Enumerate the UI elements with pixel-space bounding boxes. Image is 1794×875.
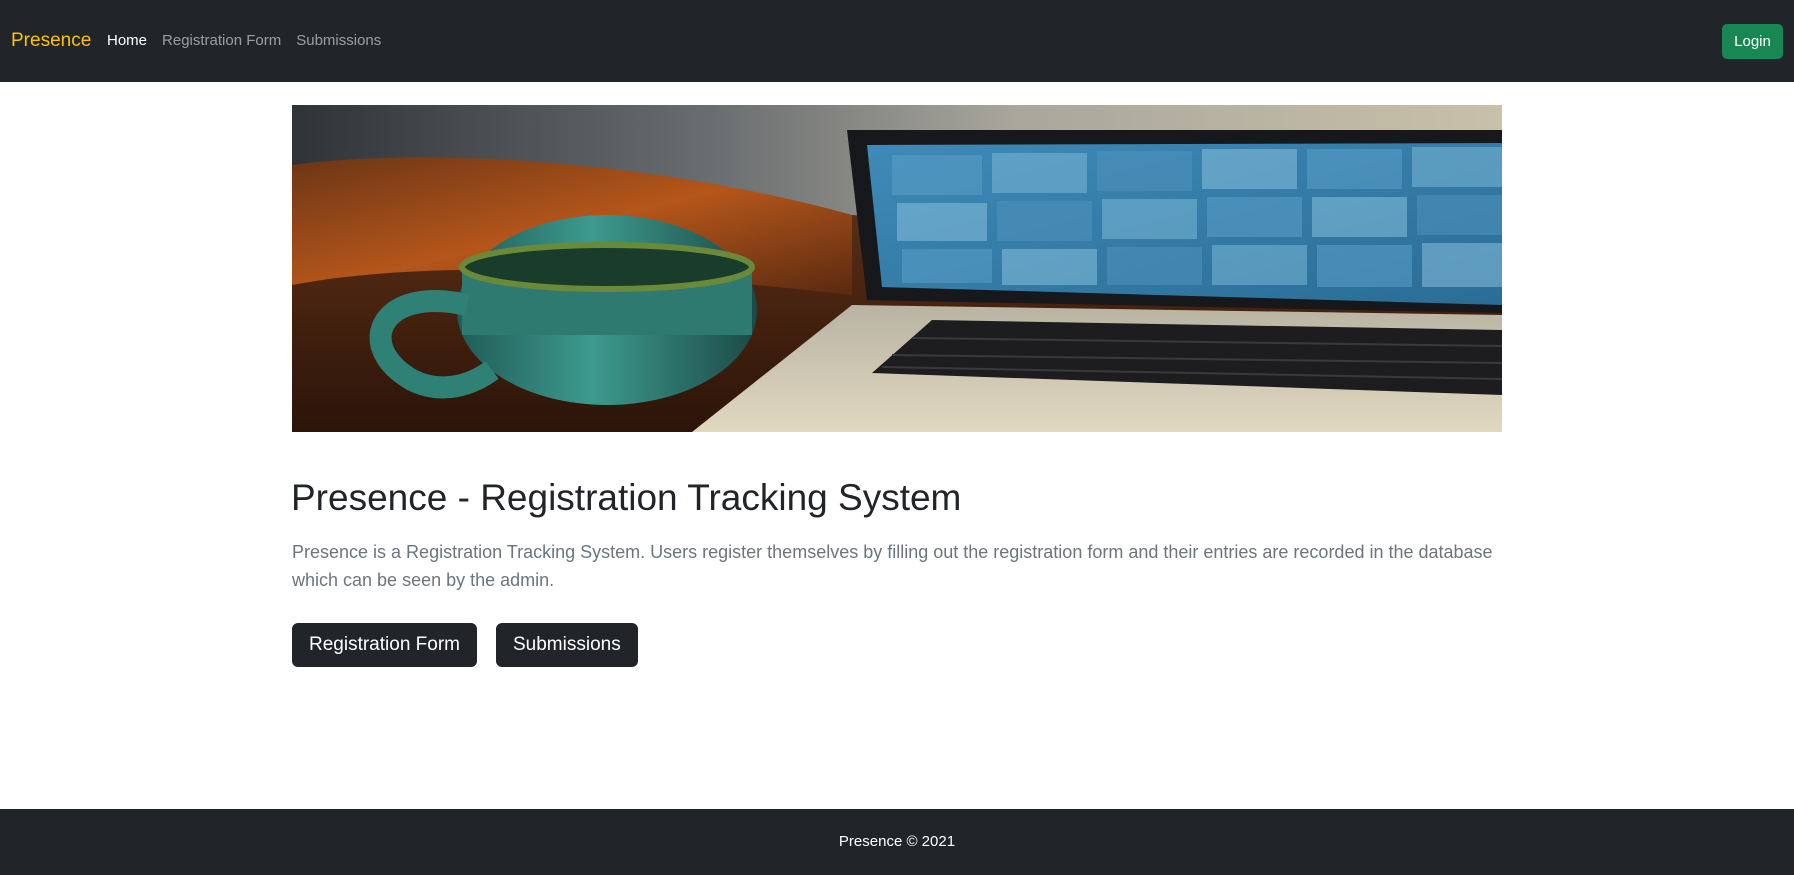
navbar: Presence Home Registration Form Submissi… xyxy=(0,0,1794,82)
registration-form-button[interactable]: Registration Form xyxy=(292,623,477,667)
action-buttons: Registration Form Submissions xyxy=(292,623,638,667)
submissions-button[interactable]: Submissions xyxy=(496,623,638,667)
footer: Presence © 2021 xyxy=(0,809,1794,875)
page-title: Presence - Registration Tracking System xyxy=(291,477,962,518)
hero-photo-illustration xyxy=(292,105,1502,432)
brand-link[interactable]: Presence xyxy=(11,29,91,53)
login-button[interactable]: Login xyxy=(1722,24,1783,59)
footer-copyright: Presence © 2021 xyxy=(838,833,956,850)
nav-link-home[interactable]: Home xyxy=(107,31,147,51)
page-description: Presence is a Registration Tracking Syst… xyxy=(292,542,1493,590)
nav-link-registration-form[interactable]: Registration Form xyxy=(162,31,281,51)
nav-links: Home Registration Form Submissions xyxy=(107,31,396,51)
hero-image xyxy=(292,105,1502,432)
nav-link-submissions[interactable]: Submissions xyxy=(296,31,381,51)
